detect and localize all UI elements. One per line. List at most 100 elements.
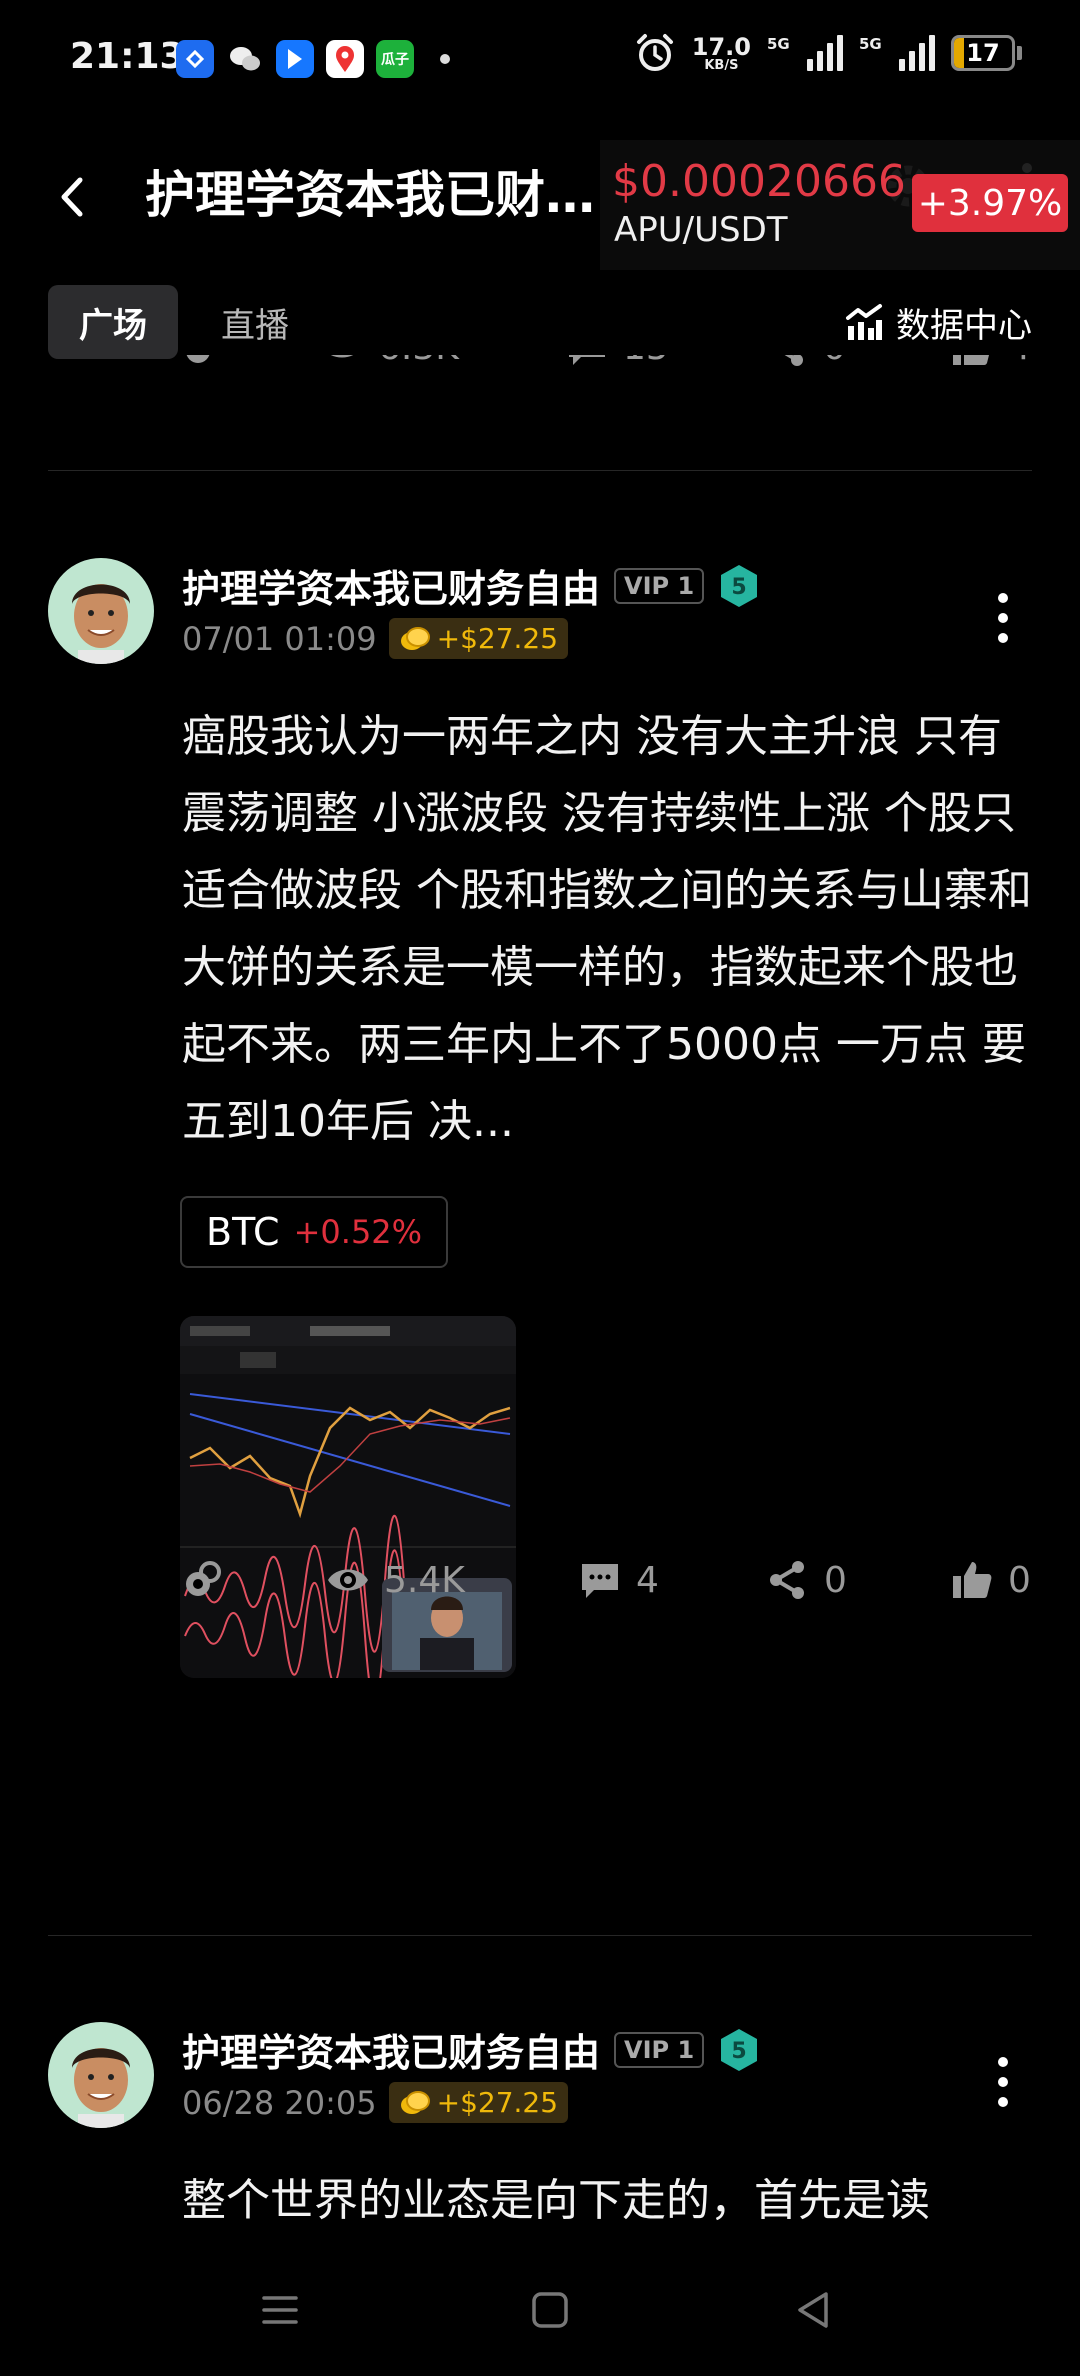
feed-tabs: 广场 直播 数据中心 xyxy=(0,285,1080,365)
back-arrow-icon[interactable] xyxy=(50,172,100,222)
signal-sim2-icon: 5G xyxy=(859,35,935,71)
vip-badge: VIP 1 xyxy=(614,567,705,604)
battery-icon: 17 xyxy=(951,35,1015,71)
ticker-pair: APU/USDT xyxy=(614,210,788,250)
status-right-group: 17.0 KB/S 5G 5G 17 xyxy=(634,32,1022,74)
price-ticker-widget[interactable]: $0.00020666 APU/USDT +3.97% xyxy=(600,140,1080,270)
coin-symbol: BTC xyxy=(206,1210,280,1254)
data-chart-icon xyxy=(846,304,882,340)
coins-icon xyxy=(186,1561,221,1596)
views-stat: 5.4K xyxy=(326,1558,465,1602)
views-count: 5.4K xyxy=(384,1559,465,1601)
status-time: 21:13 xyxy=(70,36,185,77)
tip-chip: +$27.25 xyxy=(388,2082,569,2123)
tip-amount: +$27.25 xyxy=(436,622,559,655)
tip-action[interactable] xyxy=(180,355,224,369)
post-actions: 5.4K 4 0 0 xyxy=(0,1558,1080,1618)
comment-icon xyxy=(582,1564,618,1598)
post-image-thumbnail[interactable] xyxy=(180,1316,516,1678)
tab-live[interactable]: 直播 xyxy=(200,285,310,359)
data-center-button[interactable]: 数据中心 xyxy=(844,285,1032,359)
battery-level: 17 xyxy=(966,39,1000,67)
gold-coin-icon xyxy=(400,626,430,650)
post-more-icon[interactable] xyxy=(985,2052,1021,2112)
back-triangle-icon[interactable] xyxy=(792,2288,836,2332)
ticker-change-badge: +3.97% xyxy=(912,174,1068,232)
guazi-app-icon: 瓜子 xyxy=(376,40,414,78)
net-speed-value: 17.0 xyxy=(691,32,751,61)
level-number: 5 xyxy=(732,575,747,600)
coin-tag[interactable]: BTC +0.52% xyxy=(180,1196,449,1268)
comment-icon xyxy=(569,355,605,365)
more-notifications-dot xyxy=(440,54,450,64)
comments-stat[interactable]: 4 xyxy=(578,1558,659,1602)
like-stat[interactable]: 4 xyxy=(950,355,1031,369)
battery-tip xyxy=(1017,46,1022,60)
author-row: 护理学资本我已财务自由 VIP 1 5 xyxy=(182,2022,760,2077)
guazi-app-label: 瓜子 xyxy=(381,52,409,68)
comments-stat[interactable]: 15 xyxy=(565,355,669,369)
vip-badge: VIP 1 xyxy=(614,2031,705,2068)
views-count: 6.3K xyxy=(378,355,459,368)
shares-count: 0 xyxy=(823,355,846,368)
signal-sim1-icon: 5G xyxy=(767,35,843,71)
eye-icon xyxy=(330,355,354,358)
level-number: 5 xyxy=(732,2039,747,2064)
avatar[interactable] xyxy=(48,2022,154,2128)
likes-count: 0 xyxy=(1008,1559,1031,1601)
avatar[interactable] xyxy=(48,558,154,664)
eye-icon xyxy=(328,1569,368,1591)
app-sync-icon xyxy=(176,40,214,78)
post-meta: 07/01 01:09 +$27.25 xyxy=(182,618,569,659)
shares-count: 0 xyxy=(824,1559,847,1601)
thumbs-up-icon xyxy=(953,355,989,365)
alarm-icon xyxy=(636,34,673,71)
data-center-label: 数据中心 xyxy=(896,305,1032,346)
wechat-icon xyxy=(226,40,264,78)
tab-plaza[interactable]: 广场 xyxy=(48,285,178,359)
post-divider xyxy=(48,1935,1032,1936)
page-title: 护理学资本我已财务自由 xyxy=(145,166,615,224)
tip-amount: +$27.25 xyxy=(436,2086,559,2119)
menu-icon[interactable] xyxy=(258,2288,302,2332)
status-bar: 21:13 瓜子 17.0 KB/S 5G 5G 17 xyxy=(0,0,1080,120)
tip-action[interactable] xyxy=(180,1558,224,1602)
share-stat[interactable]: 0 xyxy=(766,1558,847,1602)
net-speed-unit: KB/S xyxy=(704,57,739,73)
post-card[interactable]: 护理学资本我已财务自由 VIP 1 5 07/01 01:09 +$27.25 … xyxy=(0,558,1080,1888)
gold-coin-icon xyxy=(400,2090,430,2114)
coin-change: +0.52% xyxy=(293,1213,423,1251)
comments-count: 15 xyxy=(623,355,669,368)
share-stat[interactable]: 0 xyxy=(765,355,846,369)
home-square-icon[interactable] xyxy=(528,2288,572,2332)
post-text[interactable]: 整个世界的业态是向下走的，首先是读 xyxy=(182,2162,1042,2239)
like-stat[interactable]: 0 xyxy=(950,1558,1031,1602)
author-name[interactable]: 护理学资本我已财务自由 xyxy=(182,2022,600,2077)
system-nav-bar xyxy=(0,2260,1080,2360)
network-speed: 17.0 KB/S xyxy=(692,35,751,72)
notification-app-icons: 瓜子 xyxy=(176,40,450,78)
post-text[interactable]: 癌股我认为一两年之内 没有大主升浪 只有震荡调整 小涨波段 没有持续性上涨 个股… xyxy=(182,698,1042,1160)
likes-count: 4 xyxy=(1008,355,1031,368)
thumbs-up-icon xyxy=(953,1562,992,1598)
post-meta: 06/28 20:05 +$27.25 xyxy=(182,2082,569,2123)
comments-count: 4 xyxy=(636,1559,659,1601)
sim2-label: 5G xyxy=(859,35,882,53)
post-time: 07/01 01:09 xyxy=(182,619,377,658)
share-icon xyxy=(770,1561,804,1599)
share-icon xyxy=(784,355,803,366)
map-pin-icon xyxy=(326,40,364,78)
views-stat: 6.3K xyxy=(320,355,459,369)
ticker-price: $0.00020666 xyxy=(612,156,906,207)
battery-fill xyxy=(954,38,964,68)
post-more-icon[interactable] xyxy=(985,588,1021,648)
coins-icon xyxy=(186,355,210,363)
author-name[interactable]: 护理学资本我已财务自由 xyxy=(182,558,600,613)
app-blue-icon xyxy=(276,40,314,78)
stock-chart-screenshot xyxy=(180,1316,516,1678)
tip-chip: +$27.25 xyxy=(388,618,569,659)
post-card[interactable]: 护理学资本我已财务自由 VIP 1 5 06/28 20:05 +$27.25 … xyxy=(0,2022,1080,2242)
previous-post-stats: 6.3K 15 0 4 xyxy=(0,355,1080,395)
sim1-label: 5G xyxy=(767,35,790,53)
post-divider xyxy=(48,470,1032,471)
